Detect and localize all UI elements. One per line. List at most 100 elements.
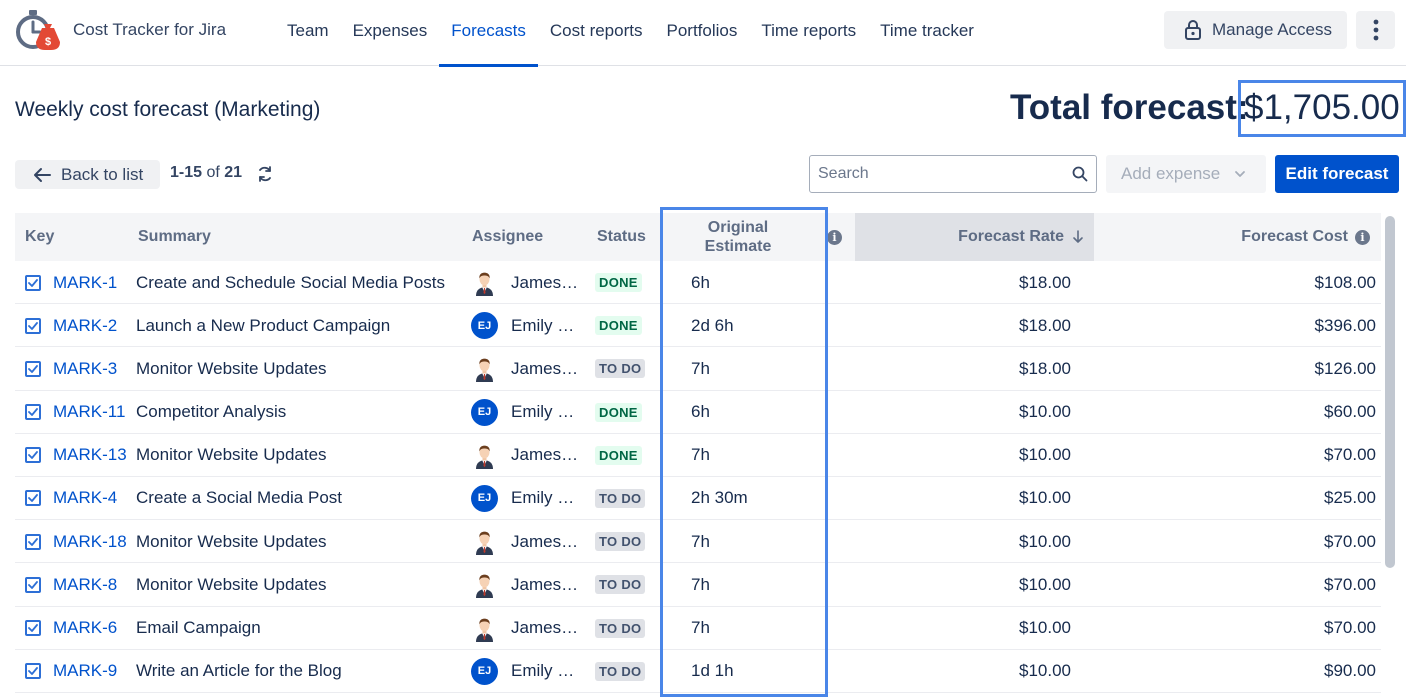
edit-forecast-button[interactable]: Edit forecast	[1275, 155, 1399, 193]
forecast-rate: $18.00	[1019, 272, 1071, 292]
original-estimate: 6h	[691, 272, 710, 292]
pager-range: 1-15	[170, 164, 203, 181]
nav-time-reports[interactable]: Time reports	[749, 0, 868, 66]
column-header-summary[interactable]: Summary	[138, 213, 211, 261]
nav-portfolios[interactable]: Portfolios	[654, 0, 749, 66]
checkmark-icon	[28, 580, 38, 589]
status-badge: TO DO	[595, 359, 646, 379]
status-cell: DONE	[595, 391, 642, 434]
table-header: Key Summary Assignee Status Original Est…	[15, 213, 1381, 261]
original-estimate: 7h	[691, 358, 710, 378]
nav-expenses[interactable]: Expenses	[341, 0, 440, 66]
row-checkbox-cell	[25, 650, 41, 693]
search-input[interactable]	[818, 165, 1072, 183]
refresh-icon[interactable]	[256, 165, 274, 183]
nav-time-tracker[interactable]: Time tracker	[868, 0, 986, 66]
table-row[interactable]: MARK-9 Write an Article for the Blog EJ Emi…	[15, 650, 1381, 693]
more-options-button[interactable]	[1356, 11, 1395, 49]
forecast-cost: $25.00	[1324, 488, 1376, 508]
original-estimate-info[interactable]: i	[827, 213, 842, 261]
forecast-rate: $10.00	[1019, 574, 1071, 594]
forecast-cost: $126.00	[1314, 358, 1376, 378]
issue-key-link[interactable]: MARK-1	[53, 261, 117, 304]
status-cell: TO DO	[595, 650, 646, 693]
table-row[interactable]: MARK-4 Create a Social Media Post EJ Emily …	[15, 477, 1381, 521]
column-header-forecast-cost[interactable]: Forecast Cost i	[1115, 213, 1370, 261]
page-title: Weekly cost forecast (Marketing)	[15, 98, 321, 121]
forecast-cost: $396.00	[1314, 315, 1376, 335]
row-checkbox[interactable]	[25, 490, 41, 507]
row-checkbox[interactable]	[25, 274, 41, 291]
row-checkbox[interactable]	[25, 533, 41, 550]
issue-summary: Create and Schedule Social Media Posts	[136, 272, 446, 292]
scrollbar-thumb[interactable]	[1385, 216, 1395, 568]
assignee-cell: EJ Emily J...	[471, 304, 579, 347]
issue-key-link[interactable]: MARK-9	[53, 650, 117, 693]
table-row[interactable]: MARK-8 Monitor Website Updates James ... TO…	[15, 563, 1381, 607]
row-checkbox[interactable]	[25, 317, 41, 334]
forecast-cost: $60.00	[1324, 402, 1376, 422]
status-cell: DONE	[595, 434, 642, 477]
manage-access-button[interactable]: Manage Access	[1164, 11, 1347, 49]
column-header-original-estimate[interactable]: Original Estimate	[683, 213, 793, 261]
row-checkbox[interactable]	[25, 447, 41, 464]
table-row[interactable]: MARK-13 Monitor Website Updates James ... D…	[15, 434, 1381, 477]
assignee-name: Emily J...	[511, 315, 579, 335]
table-row[interactable]: MARK-1 Create and Schedule Social Media P…	[15, 261, 1381, 305]
avatar-person-icon	[471, 615, 498, 642]
assignee-cell: James ...	[471, 261, 579, 304]
avatar-person-icon	[471, 571, 498, 599]
table-row[interactable]: MARK-18 Monitor Website Updates James ... T…	[15, 520, 1381, 564]
table-row[interactable]: MARK-3 Monitor Website Updates James ... TO…	[15, 347, 1381, 391]
assignee-name: James ...	[511, 531, 579, 551]
nav-forecasts[interactable]: Forecasts	[439, 0, 538, 67]
issue-key-link[interactable]: MARK-4	[53, 477, 117, 520]
total-forecast-value: $1,705.00	[1244, 88, 1400, 127]
add-expense-button[interactable]: Add expense	[1106, 155, 1266, 193]
column-header-status[interactable]: Status	[597, 213, 646, 261]
row-checkbox[interactable]	[25, 360, 41, 377]
row-checkbox[interactable]	[25, 576, 41, 593]
row-checkbox[interactable]	[25, 404, 41, 421]
column-header-key[interactable]: Key	[25, 213, 54, 261]
issue-key-link[interactable]: MARK-8	[53, 563, 117, 606]
assignee-cell: EJ Emily J...	[471, 391, 579, 434]
forecast-cost: $70.00	[1324, 445, 1376, 465]
issue-key-link[interactable]: MARK-13	[53, 434, 127, 477]
pager-total: 21	[224, 164, 243, 181]
issue-key-link[interactable]: MARK-3	[53, 347, 117, 390]
total-forecast-label: Total forecast:	[1010, 88, 1249, 127]
chevron-down-icon	[1235, 171, 1246, 177]
lock-icon	[1185, 20, 1201, 40]
issue-key-link[interactable]: MARK-6	[53, 607, 117, 650]
issue-summary: Monitor Website Updates	[136, 574, 327, 594]
forecast-rate-label: Forecast Rate	[958, 228, 1064, 245]
issue-key-link[interactable]: MARK-18	[53, 520, 127, 563]
column-header-forecast-rate[interactable]: Forecast Rate	[855, 213, 1094, 261]
issue-key-link[interactable]: MARK-2	[53, 304, 117, 347]
avatar-person-icon	[471, 528, 498, 556]
status-cell: TO DO	[595, 607, 646, 650]
status-cell: TO DO	[595, 347, 646, 390]
nav-cost-reports[interactable]: Cost reports	[538, 0, 655, 66]
nav-team[interactable]: Team	[275, 0, 341, 66]
checkmark-icon	[28, 451, 38, 460]
row-checkbox-cell	[25, 477, 41, 520]
forecast-rate: $18.00	[1019, 315, 1071, 335]
status-badge: TO DO	[595, 575, 646, 595]
search-field[interactable]	[809, 155, 1097, 193]
row-checkbox-cell	[25, 347, 41, 390]
table-row[interactable]: MARK-6 Email Campaign James ... TO DO 7h $10.…	[15, 607, 1381, 650]
back-to-list-button[interactable]: Back to list	[15, 160, 160, 189]
assignee-name: James ...	[511, 358, 579, 378]
original-estimate: 7h	[691, 574, 710, 594]
avatar: EJ	[471, 312, 498, 340]
row-checkbox[interactable]	[25, 663, 41, 680]
forecast-rate: $10.00	[1019, 618, 1071, 637]
table-row[interactable]: MARK-11 Competitor Analysis EJ Emily J... DO…	[15, 391, 1381, 434]
issue-summary: Create a Social Media Post	[136, 488, 342, 508]
row-checkbox[interactable]	[25, 620, 41, 636]
table-row[interactable]: MARK-2 Launch a New Product Campaign EJ Emi…	[15, 304, 1381, 348]
column-header-assignee[interactable]: Assignee	[472, 213, 543, 261]
issue-key-link[interactable]: MARK-11	[53, 391, 125, 434]
